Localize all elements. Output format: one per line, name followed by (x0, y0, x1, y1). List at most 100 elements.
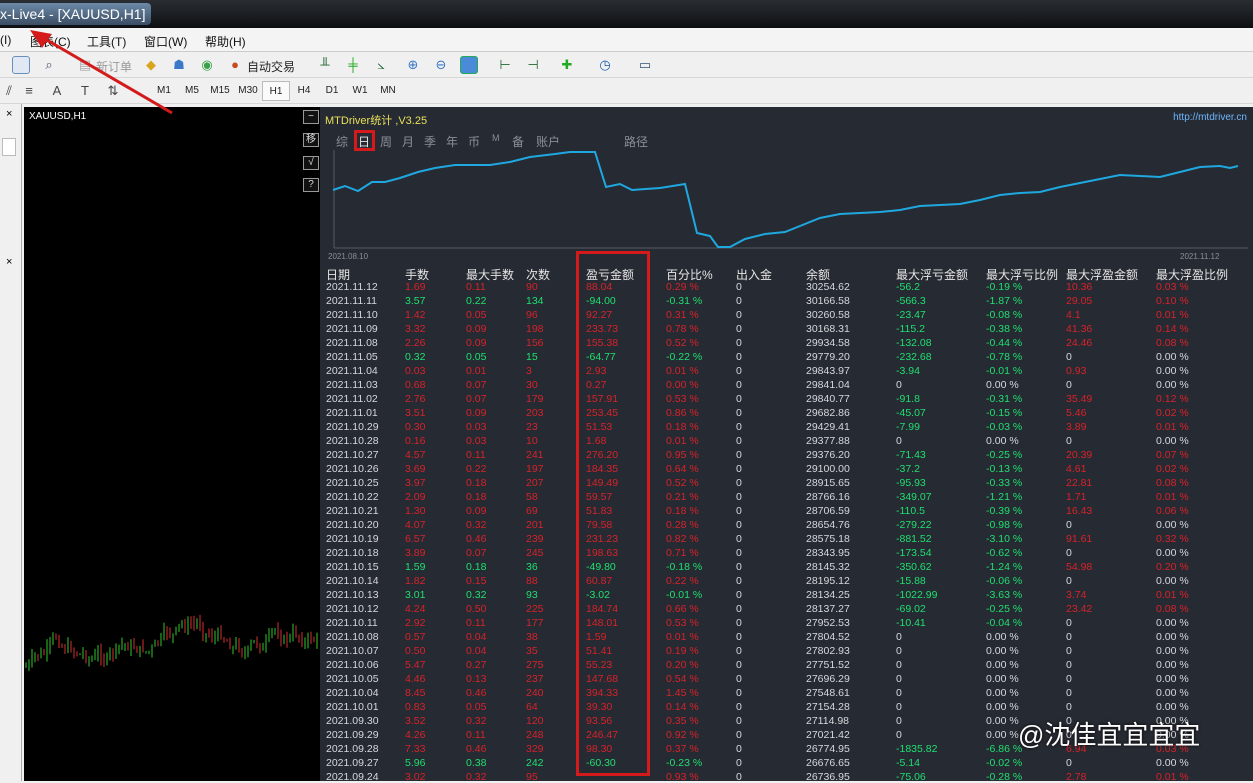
tile-windows-icon[interactable] (460, 56, 478, 74)
tab-10[interactable]: 路径 (624, 133, 648, 150)
table-cell: 0.08 % (1156, 603, 1189, 615)
timeframe-m15[interactable]: M15 (206, 81, 234, 101)
table-cell: 0 (736, 771, 742, 783)
table-cell: 0.00 % (1156, 673, 1189, 685)
timeframe-h4[interactable]: H4 (290, 81, 318, 101)
table-cell: -0.01 % (986, 365, 1023, 377)
tab-7[interactable]: M (492, 133, 500, 143)
tab-9[interactable]: 账户 (536, 133, 560, 150)
auto-trading-icon[interactable]: ● (226, 56, 244, 74)
table-cell: 2021.09.29 (326, 729, 379, 741)
table-cell: 0.06 % (1156, 505, 1189, 517)
table-cell: 29.05 (1066, 295, 1093, 307)
menu-help[interactable]: 帮助(H) (205, 33, 246, 50)
bar-chart-icon[interactable]: ╨ (316, 56, 334, 74)
table-cell: 329 (526, 743, 544, 755)
table-cell: 5.46 (1066, 407, 1087, 419)
table-cell: -0.44 % (986, 337, 1023, 349)
table-cell: 69 (526, 505, 538, 517)
table-cell: 27804.52 (806, 631, 850, 643)
table-cell: 27548.61 (806, 687, 850, 699)
table-cell: 197 (526, 463, 544, 475)
tab-8[interactable]: 备 (512, 133, 524, 150)
table-cell: 0.08 % (1156, 337, 1189, 349)
table-cell: 5.96 (405, 757, 426, 769)
table-cell: 0 (736, 589, 742, 601)
table-cell: 0.07 (466, 393, 487, 405)
table-cell: 27021.42 (806, 729, 850, 741)
table-cell: 0.78 % (666, 323, 699, 335)
table-cell: 201 (526, 519, 544, 531)
price-chart[interactable]: XAUUSD,H1 (24, 107, 320, 781)
signals-icon[interactable]: ◉ (198, 56, 216, 74)
table-cell: -23.47 (896, 309, 926, 321)
table-cell: 90 (526, 281, 538, 293)
zoom-in-icon[interactable]: ⊕ (404, 56, 422, 74)
table-cell: 0.83 (405, 701, 426, 713)
table-cell: 0 (736, 533, 742, 545)
table-cell: 0 (736, 463, 742, 475)
table-cell: -279.22 (896, 519, 932, 531)
candlestick-icon[interactable]: ╪ (344, 56, 362, 74)
tab-3[interactable]: 月 (402, 133, 414, 150)
table-cell: 0.11 (466, 729, 486, 741)
table-cell: 0.01 % (1156, 421, 1189, 433)
check-button[interactable]: √ (303, 156, 319, 170)
table-cell: 4.1 (1066, 309, 1081, 321)
timeframe-m30[interactable]: M30 (234, 81, 262, 101)
table-cell: 0.46 (466, 743, 487, 755)
timeframe-d1[interactable]: D1 (318, 81, 346, 101)
table-cell: 0.22 (466, 463, 487, 475)
periods-icon[interactable]: ◷ (596, 56, 614, 74)
scrollbar-thumb[interactable] (2, 138, 16, 156)
table-cell: 28766.16 (806, 491, 850, 503)
table-cell: 0.13 (466, 673, 487, 685)
table-cell: 2021.10.11 (326, 617, 378, 629)
table-cell: 0.22 (466, 295, 487, 307)
website-link[interactable]: http://mtdriver.cn (1173, 112, 1247, 123)
autoscroll-icon[interactable]: ⊣ (524, 56, 542, 74)
table-cell: 0.00 % (1156, 659, 1189, 671)
timeframe-w1[interactable]: W1 (346, 81, 374, 101)
line-chart-icon[interactable]: ⦣ (372, 56, 390, 74)
table-cell: 0.46 (466, 533, 487, 545)
table-cell: 0.09 (466, 505, 487, 517)
table-cell: 2021.10.04 (326, 687, 379, 699)
table-cell: 0 (896, 631, 902, 643)
zoom-out-icon[interactable]: ⊖ (432, 56, 450, 74)
table-cell: -0.01 % (666, 589, 703, 601)
table-cell: 29429.41 (806, 421, 850, 433)
tab-4[interactable]: 季 (424, 133, 436, 150)
table-cell: 0 (736, 379, 742, 391)
table-cell: 0.82 % (666, 533, 699, 545)
tab-6[interactable]: 币 (468, 133, 480, 150)
annotation-arrow (30, 30, 173, 115)
table-cell: 0 (736, 617, 742, 629)
table-cell: 1.82 (405, 575, 426, 587)
tab-2[interactable]: 周 (380, 133, 392, 150)
timeframe-h1[interactable]: H1 (262, 81, 290, 101)
table-cell: 0 (1066, 379, 1072, 391)
table-cell: 0 (736, 323, 742, 335)
close-icon[interactable]: × (6, 256, 12, 268)
table-cell: 29377.88 (806, 435, 850, 447)
templates-icon[interactable]: ▭ (636, 56, 654, 74)
table-cell: 0 (736, 673, 742, 685)
tab-5[interactable]: 年 (446, 133, 458, 150)
table-cell: 0 (1066, 757, 1072, 769)
table-cell: -0.31 % (666, 295, 703, 307)
table-cell: 0.03 (466, 435, 487, 447)
table-cell: 3.02 (405, 771, 426, 783)
indicators-icon[interactable]: ✚ (558, 56, 576, 74)
table-cell: 0.10 % (1156, 295, 1189, 307)
table-cell: 0 (896, 701, 902, 713)
table-cell: 275 (526, 659, 544, 671)
tab-0[interactable]: 综 (336, 133, 348, 150)
table-cell: 0.09 (466, 407, 487, 419)
minimize-button[interactable]: − (303, 110, 319, 124)
move-button[interactable]: 移 (303, 133, 319, 147)
auto-trading-button[interactable]: 自动交易 (247, 58, 295, 75)
timeframe-mn[interactable]: MN (374, 81, 402, 101)
chart-shift-icon[interactable]: ⊢ (496, 56, 514, 74)
help-button[interactable]: ? (303, 178, 319, 192)
